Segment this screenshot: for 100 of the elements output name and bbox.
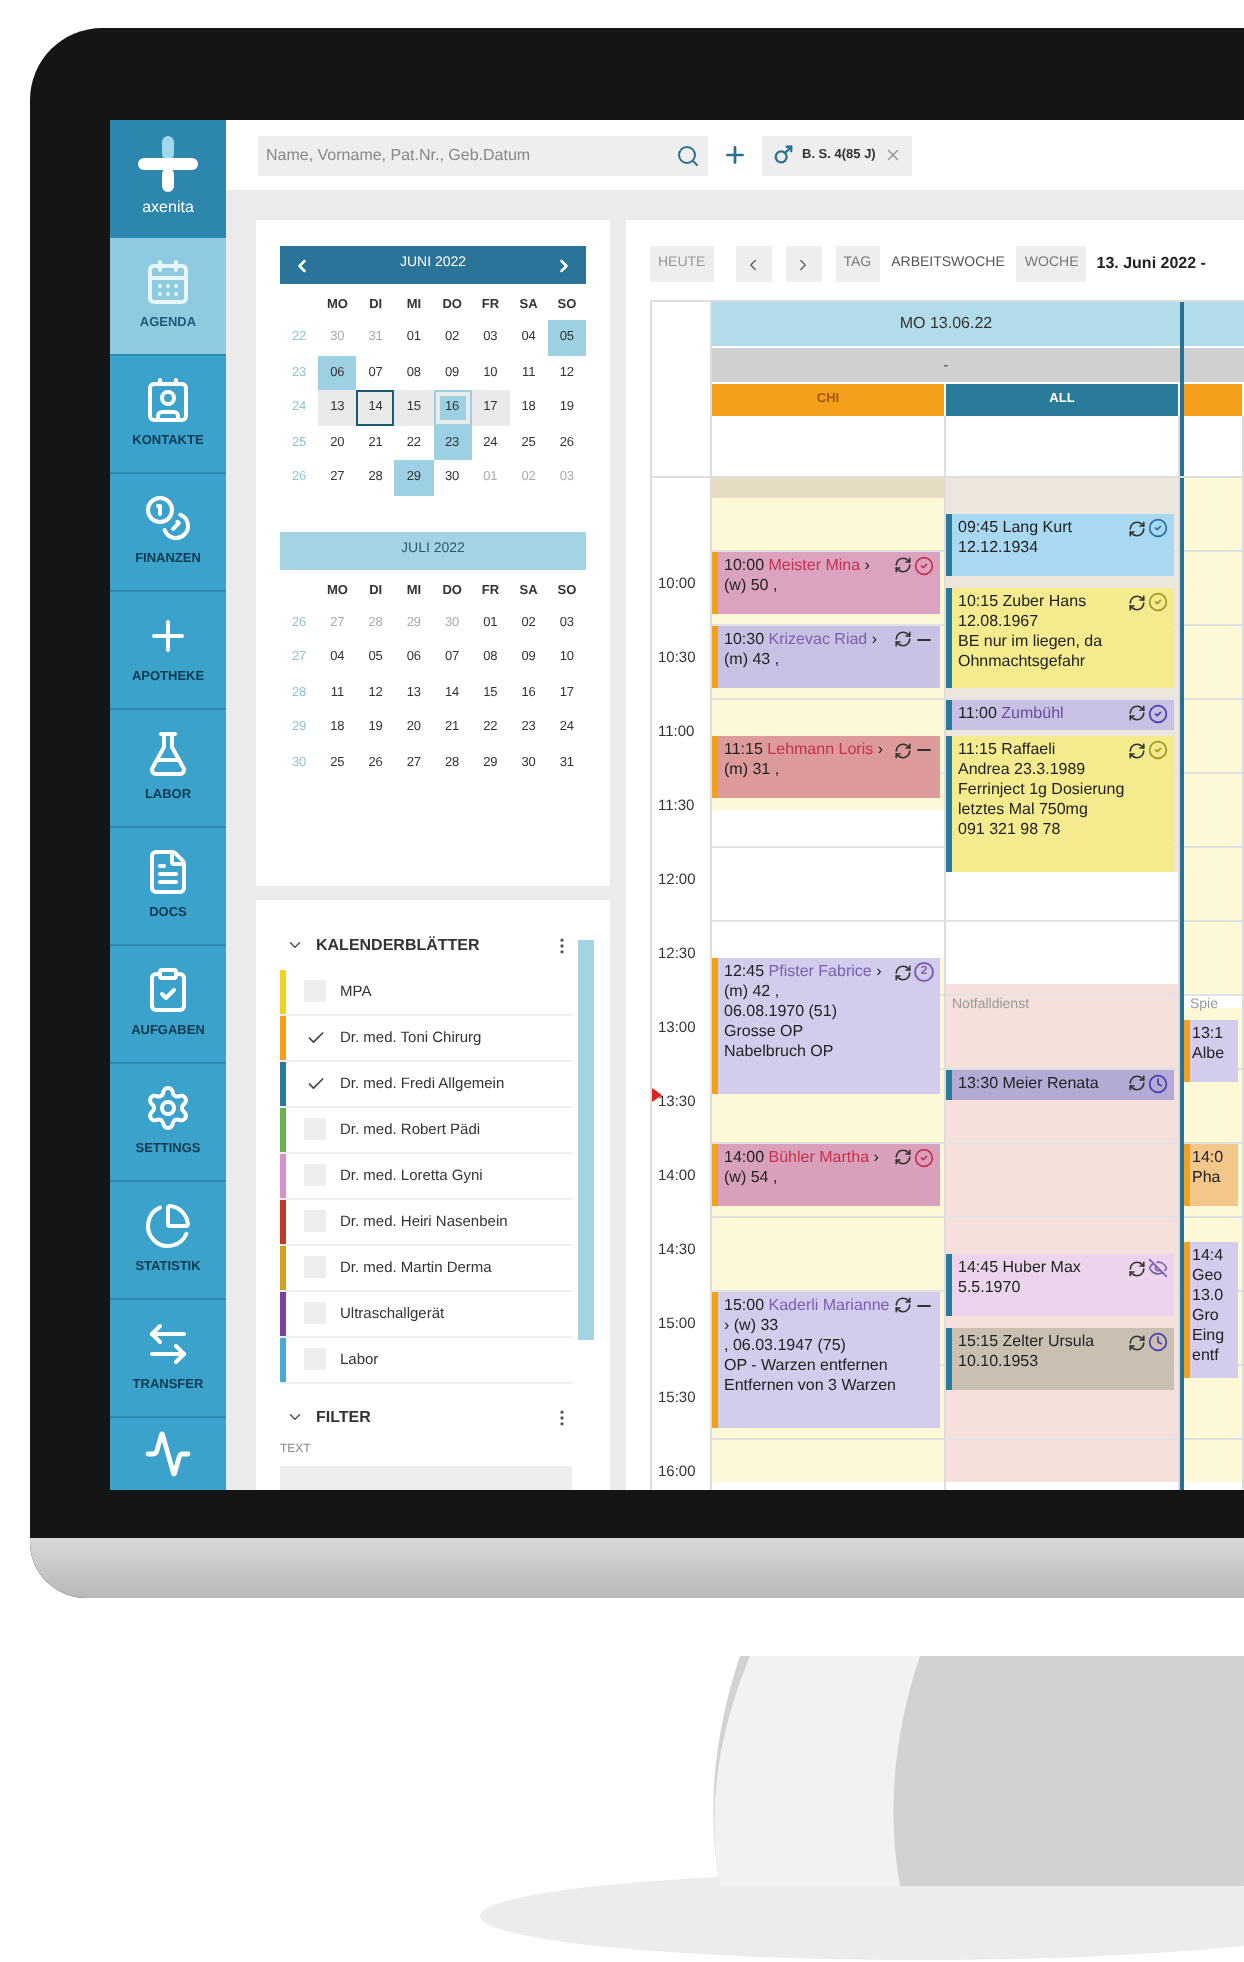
appointment-detail: Pha [1192,1167,1223,1188]
current-time-marker [652,1088,662,1102]
previous-button[interactable] [735,246,772,282]
checkbox[interactable] [304,1072,326,1095]
check-icon [305,1073,325,1094]
appointment-detail: , 06.03.1947 (75) [724,1335,848,1356]
patient-link[interactable]: Zelter Ursula [1002,1332,1095,1351]
sync-icon [1128,1333,1146,1352]
search-icon[interactable] [676,143,700,167]
arrows-icon [144,1320,192,1369]
appointment-detail: 12.08.1967 [958,612,1041,633]
appointment-detail: 13.0 [1192,1286,1226,1307]
male-icon [772,144,794,166]
appointment-detail: Nabelbruch OP [724,1042,836,1063]
appointment-card[interactable]: 15:00 Kaderli Marianne › (w) 33 , 06.03.1947 (75) OP - Warzen entfernen Entfernen von 3 Warzen [712,1291,940,1428]
appointment-title: 10:00 Meister Mina › (w) 50 , [724,555,872,596]
date-range: 13. Juni 2022 - [1096,252,1206,276]
patient-link[interactable]: Zuber Hans [1002,592,1087,611]
appointment-title: 09:45 Lang Kurt [958,518,1074,539]
text-filter-field[interactable] [280,1465,572,1490]
appointment-detail: Ferrinject 1g Dosierung [958,780,1127,801]
appointment-card[interactable]: 14:4 Geo 13.0 Gro Eing entf [1184,1242,1238,1379]
appointment-card[interactable]: 11:00 Zumbühl [946,699,1174,730]
appointment-detail: 12.12.1934 [958,538,1041,559]
appointment-detail: BE nur im liegen, da [958,632,1105,653]
sync-icon [1128,741,1146,760]
pie-chart-icon [144,1202,192,1251]
appointment-card[interactable]: 13:30 Meier Renata [946,1069,1174,1100]
appointment-title: 14:4 [1192,1246,1226,1267]
appointment-detail: Entfernen von 3 Warzen [724,1375,898,1396]
section-title: KALENDERBLÄTTER [316,933,482,958]
appointment-detail: OP - Warzen entfernen [724,1355,890,1376]
appointment-title: 13:1 [1192,1024,1226,1045]
appointment-card[interactable]: 10:00 Meister Mina › (w) 50 , [712,551,940,614]
appointment-card[interactable]: 10:30 Krizevac Riad › (m) 43 , [712,625,940,688]
close-icon[interactable] [883,146,902,164]
patient-link[interactable]: Huber Max [1002,1258,1081,1277]
document-icon [144,848,192,897]
appointment-title: 10:30 Krizevac Riad › (m) 43 , [724,629,880,670]
check-icon [305,1027,325,1048]
appointment-detail: 06.08.1970 (51) [724,1002,839,1023]
logo[interactable]: axenita [110,120,226,236]
resource-header[interactable] [1184,384,1244,416]
appointment-card[interactable]: 09:45 Lang Kurt 12.12.1934 [946,514,1174,577]
scrollbar[interactable] [578,940,594,1340]
search-input[interactable]: Name, Vorname, Pat.Nr., Geb.Datum [266,143,676,167]
patient-link[interactable]: Raffaeli [1001,740,1056,759]
appointment-title: 11:15 Raffaeli [958,740,1058,761]
previous-month-icon[interactable] [292,255,312,275]
appointment-detail: Eing [1192,1326,1227,1347]
day-subtitle: - [943,353,949,377]
appointment-detail: 5.5.1970 [958,1278,1023,1299]
appointment-card[interactable]: 15:15 Zelter Ursula 10.10.1953 [946,1328,1174,1391]
contact-card-icon [144,376,192,425]
clipboard-check-icon [144,966,192,1015]
sync-icon [894,1296,912,1315]
appointment-title: 14:00 Bühler Martha › (w) 54 , [724,1147,881,1188]
flask-icon [144,730,192,779]
appointment-detail: Andrea 23.3.1989 [958,760,1088,781]
appointment-detail: Geo [1192,1266,1225,1287]
appointment-card[interactable]: 14:00 Bühler Martha › (w) 54 , [712,1143,940,1206]
appointment-title: 10:15 Zuber Hans [958,592,1089,613]
pulse-icon[interactable] [144,1430,192,1478]
settings-icon [144,1084,192,1133]
appointment-title: 15:00 Kaderli Marianne › (w) 33 [724,1295,890,1336]
appointment-card[interactable]: 13:1 Albe [1184,1020,1238,1083]
patient-link[interactable]: Meier Renata [1002,1073,1099,1092]
checkbox[interactable] [304,1026,326,1049]
appointment-title: 14:0 [1192,1147,1226,1168]
day-subheader [1184,346,1244,382]
section-title: FILTER [316,1405,373,1430]
appointment-title: 11:15 Lehmann Loris › (m) 31 , [724,740,885,781]
appointment-detail: entf [1192,1346,1221,1367]
sync-icon [1128,593,1146,612]
sync-icon [1128,1259,1146,1278]
sync-icon [894,630,912,649]
logo-icon [138,136,198,192]
sync-icon [894,741,912,760]
sync-icon [1128,704,1146,723]
appointment-card[interactable]: 14:45 Huber Max 5.5.1970 [946,1254,1174,1317]
patient-link[interactable]: Lang Kurt [1002,518,1072,537]
day-header[interactable]: MO 13.06.22 [712,302,1180,346]
sync-icon [894,556,912,575]
appointment-title: 12:45 Pfister Fabrice › (m) 42 , [724,962,884,1003]
add-icon[interactable] [722,142,748,168]
patient-link[interactable]: Zumbühl [1001,703,1064,722]
appointment-detail: 10.10.1953 [958,1352,1041,1373]
appointment-detail: 091 321 98 78 [958,820,1063,841]
appointment-card[interactable]: 10:15 Zuber Hans 12.08.1967 BE nur im liegen, da Ohnmachtsgefahr [946,588,1174,688]
search-field[interactable]: Name, Vorname, Pat.Nr., Geb.Datum [258,135,708,175]
appointment-detail: Albe [1192,1044,1227,1065]
appointment-card[interactable]: 11:15 Lehmann Loris › (m) 31 , [712,736,940,799]
sync-icon [894,1148,912,1167]
appointment-title: 13:30 Meier Renata [958,1073,1101,1094]
appointment-card[interactable]: 14:0 Pha [1184,1143,1238,1206]
appointment-card[interactable]: 11:15 Raffaeli Andrea 23.3.1989 Ferrinject 1g Dosierung letztes Mal 750mg 091 321 98 78 [946,736,1174,873]
appointment-title: 14:45 Huber Max [958,1258,1083,1279]
next-button[interactable] [785,246,822,282]
coins-icon [144,494,192,543]
sync-icon [894,963,912,982]
